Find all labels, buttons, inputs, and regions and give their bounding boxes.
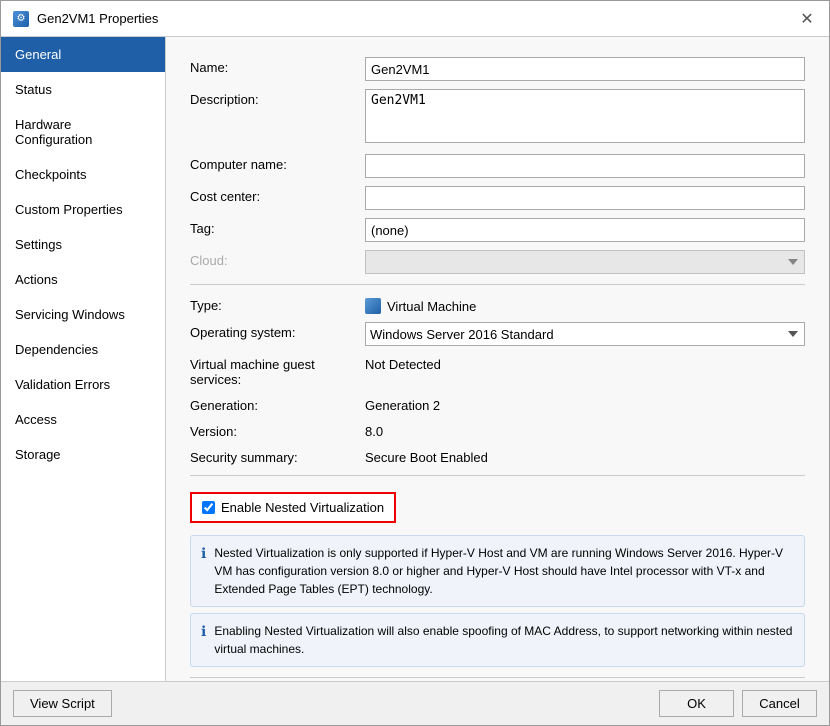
os-label: Operating system: xyxy=(190,322,365,340)
version-row: Version: 8.0 xyxy=(190,421,805,439)
content-area: Name: Description: Gen2VM1 Computer name… xyxy=(166,37,829,681)
description-field-container: Gen2VM1 xyxy=(365,89,805,146)
guest-services-value: Not Detected xyxy=(365,354,805,372)
sidebar-item-general[interactable]: General xyxy=(1,37,165,72)
divider-2 xyxy=(190,475,805,476)
security-value: Secure Boot Enabled xyxy=(365,447,805,465)
name-label: Name: xyxy=(190,57,365,75)
nested-virt-checkbox-label[interactable]: Enable Nested Virtualization xyxy=(190,492,396,523)
cost-center-input[interactable] xyxy=(365,186,805,210)
info-text-1: Nested Virtualization is only supported … xyxy=(214,544,794,598)
window-icon: ⚙ xyxy=(13,11,29,27)
computer-name-label: Computer name: xyxy=(190,154,365,172)
footer-actions: OK Cancel xyxy=(659,690,817,717)
tag-label: Tag: xyxy=(190,218,365,236)
description-label: Description: xyxy=(190,89,365,107)
info-icon-1: ℹ xyxy=(201,545,206,562)
cloud-field-container xyxy=(365,250,805,274)
tag-row: Tag: xyxy=(190,218,805,242)
type-label: Type: xyxy=(190,295,365,313)
guest-services-row: Virtual machine guest services: Not Dete… xyxy=(190,354,805,387)
view-script-button[interactable]: View Script xyxy=(13,690,112,717)
cost-center-row: Cost center: xyxy=(190,186,805,210)
name-field-container xyxy=(365,57,805,81)
name-input[interactable] xyxy=(365,57,805,81)
cloud-row: Cloud: xyxy=(190,250,805,274)
version-value: 8.0 xyxy=(365,421,805,439)
nested-virt-row: Enable Nested Virtualization xyxy=(190,486,805,529)
divider-1 xyxy=(190,284,805,285)
sidebar-item-status[interactable]: Status xyxy=(1,72,165,107)
sidebar-item-settings[interactable]: Settings xyxy=(1,227,165,262)
generation-label: Generation: xyxy=(190,395,365,413)
sidebar-item-actions[interactable]: Actions xyxy=(1,262,165,297)
info-box-1: ℹ Nested Virtualization is only supporte… xyxy=(190,535,805,607)
info-icon-2: ℹ xyxy=(201,623,206,640)
generation-value: Generation 2 xyxy=(365,395,805,413)
sidebar-item-servicing[interactable]: Servicing Windows xyxy=(1,297,165,332)
type-value-container: Virtual Machine xyxy=(365,295,805,314)
security-row: Security summary: Secure Boot Enabled xyxy=(190,447,805,465)
computer-name-input[interactable] xyxy=(365,154,805,178)
sidebar-item-custom-props[interactable]: Custom Properties xyxy=(1,192,165,227)
footer: View Script OK Cancel xyxy=(1,681,829,725)
os-field-container: Windows Server 2016 Standard xyxy=(365,322,805,346)
os-select[interactable]: Windows Server 2016 Standard xyxy=(365,322,805,346)
close-button[interactable]: ✕ xyxy=(797,9,817,29)
window-title: Gen2VM1 Properties xyxy=(37,11,158,26)
title-bar: ⚙ Gen2VM1 Properties ✕ xyxy=(1,1,829,37)
title-bar-left: ⚙ Gen2VM1 Properties xyxy=(13,11,158,27)
sidebar-item-hardware[interactable]: Hardware Configuration xyxy=(1,107,165,157)
sidebar-item-validation[interactable]: Validation Errors xyxy=(1,367,165,402)
cost-center-label: Cost center: xyxy=(190,186,365,204)
sidebar-item-checkpoints[interactable]: Checkpoints xyxy=(1,157,165,192)
version-label: Version: xyxy=(190,421,365,439)
description-row: Description: Gen2VM1 xyxy=(190,89,805,146)
nested-virt-label: Enable Nested Virtualization xyxy=(221,500,384,515)
nested-virt-checkbox[interactable] xyxy=(202,501,215,514)
tag-input[interactable] xyxy=(365,218,805,242)
sidebar-item-storage[interactable]: Storage xyxy=(1,437,165,472)
sidebar-item-dependencies[interactable]: Dependencies xyxy=(1,332,165,367)
type-value: Virtual Machine xyxy=(387,299,476,314)
tag-field-container xyxy=(365,218,805,242)
ok-button[interactable]: OK xyxy=(659,690,734,717)
divider-3 xyxy=(190,677,805,678)
name-row: Name: xyxy=(190,57,805,81)
cost-center-field-container xyxy=(365,186,805,210)
cloud-select[interactable] xyxy=(365,250,805,274)
computer-name-row: Computer name: xyxy=(190,154,805,178)
type-value-row: Virtual Machine xyxy=(365,298,805,314)
description-input[interactable]: Gen2VM1 xyxy=(365,89,805,143)
os-row: Operating system: Windows Server 2016 St… xyxy=(190,322,805,346)
guest-services-label: Virtual machine guest services: xyxy=(190,354,365,387)
computer-name-field-container xyxy=(365,154,805,178)
main-content: General Status Hardware Configuration Ch… xyxy=(1,37,829,681)
cloud-label: Cloud: xyxy=(190,250,365,268)
sidebar-item-access[interactable]: Access xyxy=(1,402,165,437)
generation-row: Generation: Generation 2 xyxy=(190,395,805,413)
dialog-window: ⚙ Gen2VM1 Properties ✕ General Status Ha… xyxy=(0,0,830,726)
security-label: Security summary: xyxy=(190,447,365,465)
vm-icon xyxy=(365,298,381,314)
info-text-2: Enabling Nested Virtualization will also… xyxy=(214,622,794,658)
cancel-button[interactable]: Cancel xyxy=(742,690,817,717)
sidebar: General Status Hardware Configuration Ch… xyxy=(1,37,166,681)
type-row: Type: Virtual Machine xyxy=(190,295,805,314)
info-box-2: ℹ Enabling Nested Virtualization will al… xyxy=(190,613,805,667)
